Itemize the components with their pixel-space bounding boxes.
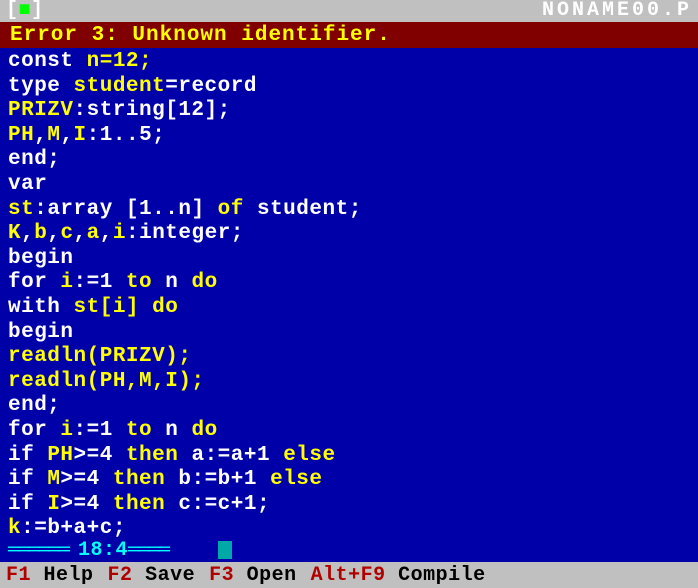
window-control-icon[interactable]: [■] (6, 0, 44, 22)
error-bar: Error 3: Unknown identifier. (0, 22, 698, 48)
menu-help[interactable]: F1 Help (6, 564, 100, 587)
code-editor[interactable]: const n=12; type student=record PRIZV:st… (0, 48, 698, 538)
frame-border: ══════ (8, 539, 68, 562)
title-bar: [■] NONAME00.P (0, 0, 698, 22)
status-line: ══════ 18:4 ════ (0, 538, 698, 562)
menu-save[interactable]: F2 Save (108, 564, 202, 587)
filename-label: NONAME00.P (542, 0, 692, 22)
cursor-position: 18:4 (78, 539, 128, 562)
menu-compile[interactable]: Alt+F9 Compile (311, 564, 492, 587)
frame-border: ════ (128, 539, 168, 562)
scrollbar-thumb-icon[interactable] (218, 541, 232, 559)
ide-window: [■] NONAME00.P Error 3: Unknown identifi… (0, 0, 698, 588)
menu-bar: F1 Help F2 Save F3 Open Alt+F9 Compile (0, 562, 698, 588)
error-message: Error 3: Unknown identifier. (10, 24, 391, 47)
menu-open[interactable]: F3 Open (209, 564, 303, 587)
